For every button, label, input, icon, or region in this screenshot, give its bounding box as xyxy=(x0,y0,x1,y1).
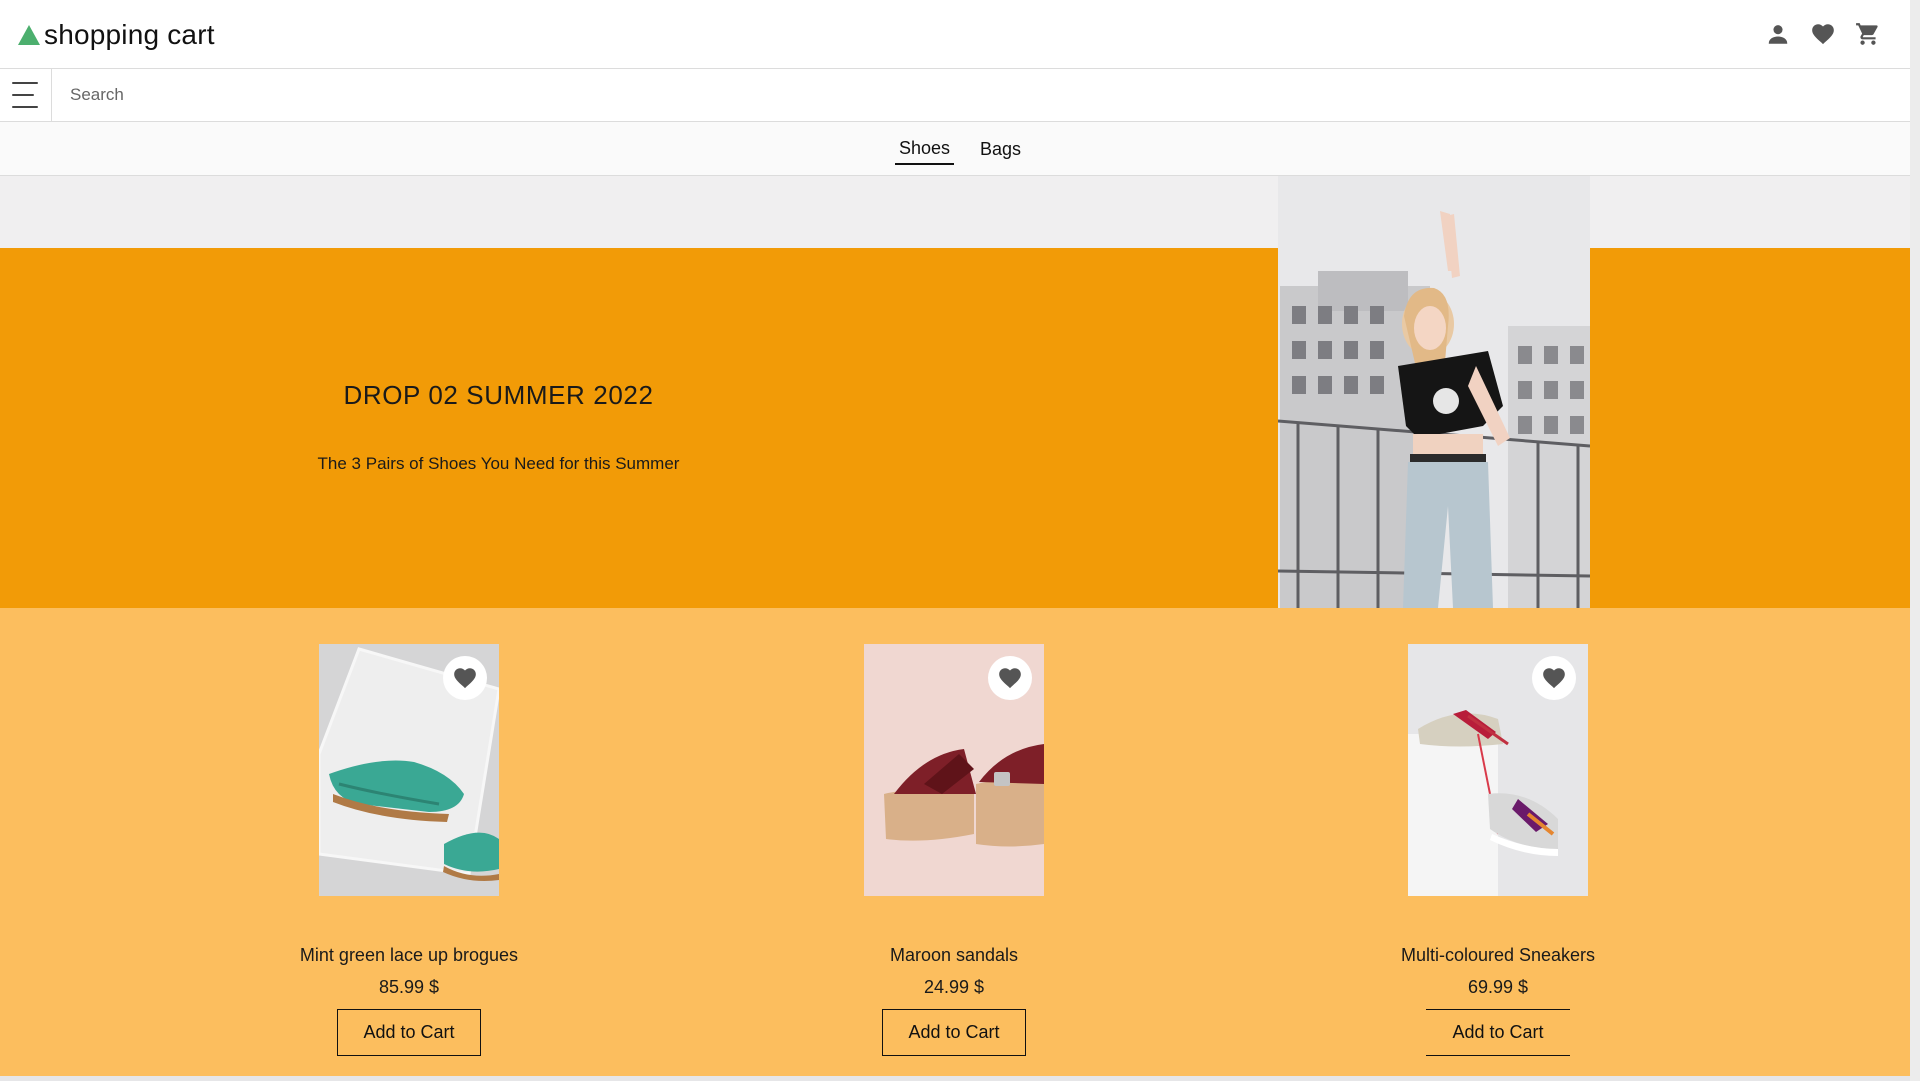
hamburger-menu-icon-line xyxy=(12,94,34,96)
add-to-cart-button[interactable]: Add to Cart xyxy=(882,1009,1026,1056)
product-name: Mint green lace up brogues xyxy=(299,945,519,965)
heart-icon xyxy=(454,668,476,689)
product-price: 69.99 $ xyxy=(1467,977,1529,997)
favorite-button[interactable] xyxy=(1532,656,1576,700)
product-name: Multi-coloured Sneakers xyxy=(1400,945,1596,965)
product-price: 85.99 $ xyxy=(378,977,440,997)
scrollbar[interactable] xyxy=(1910,0,1920,1081)
favorite-button[interactable] xyxy=(988,656,1032,700)
product-list: Mint green lace up brogues 85.99 $ Add t… xyxy=(0,608,1910,1076)
product-name: Maroon sandals xyxy=(889,945,1019,965)
add-to-cart-button[interactable]: Add to Cart xyxy=(1426,1009,1570,1056)
triangle-logo-icon xyxy=(18,25,40,45)
heart-icon xyxy=(1812,24,1834,45)
hero-subheading: The 3 Pairs of Shoes You Need for this S… xyxy=(317,454,680,473)
tab-shoes[interactable]: Shoes xyxy=(894,133,954,165)
account-button[interactable] xyxy=(1764,20,1792,48)
hero-heading: DROP 02 SUMMER 2022 xyxy=(343,380,654,410)
search-input[interactable] xyxy=(53,69,1909,121)
product-image-sandals[interactable] xyxy=(864,644,1044,896)
user-icon xyxy=(1768,25,1788,44)
product-image-sneakers[interactable] xyxy=(1408,644,1588,896)
brand-title: shopping cart xyxy=(44,19,215,50)
hamburger-menu-icon-line xyxy=(12,106,38,108)
add-to-cart-button[interactable]: Add to Cart xyxy=(337,1009,481,1056)
menu-button[interactable] xyxy=(0,69,52,121)
search-bar xyxy=(0,69,1910,122)
hero-model-image xyxy=(1278,176,1590,608)
favorite-button[interactable] xyxy=(443,656,487,700)
hero-top-strip xyxy=(0,176,1910,248)
brand[interactable]: shopping cart xyxy=(17,18,215,52)
product-price: 24.99 $ xyxy=(923,977,985,997)
product-card: Maroon sandals 24.99 $ Add to Cart xyxy=(804,644,1104,1056)
cart-icon xyxy=(1856,23,1878,45)
top-header: shopping cart xyxy=(0,0,1910,69)
cart-button[interactable] xyxy=(1854,20,1882,48)
header-actions xyxy=(1764,20,1882,48)
heart-icon xyxy=(999,668,1021,689)
tab-bags[interactable]: Bags xyxy=(976,134,1025,164)
wishlist-button[interactable] xyxy=(1809,20,1837,48)
product-image-brogues[interactable] xyxy=(319,644,499,896)
hamburger-menu-icon xyxy=(12,82,38,84)
page: shopping cart Search Shoes Bags DROP 02 … xyxy=(0,0,1910,1076)
category-tabs: Shoes Bags xyxy=(0,122,1910,176)
heart-icon xyxy=(1543,668,1565,689)
product-card: Multi-coloured Sneakers 69.99 $ Add to C… xyxy=(1348,644,1648,1056)
hero-banner: DROP 02 SUMMER 2022 The 3 Pairs of Shoes… xyxy=(0,248,1910,608)
product-card: Mint green lace up brogues 85.99 $ Add t… xyxy=(259,644,559,1056)
